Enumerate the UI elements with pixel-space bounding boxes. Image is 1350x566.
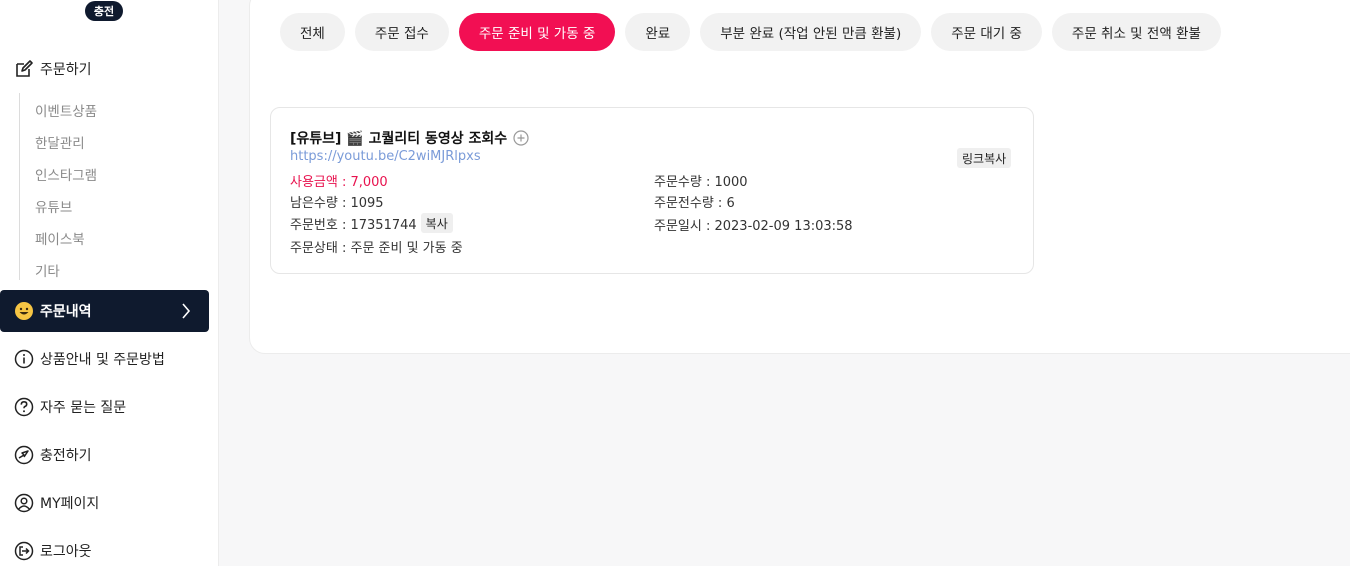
tab-canceled[interactable]: 주문 취소 및 전액 환불	[1051, 13, 1221, 51]
sidebar-subitem-facebook[interactable]: 페이스북	[35, 228, 85, 248]
before-qty-text: 주문전수량 : 6	[654, 196, 735, 211]
logout-icon	[14, 541, 34, 561]
amount-text: 사용금액 : 7,000	[290, 175, 388, 190]
sidebar-item-label: 주문하기	[40, 62, 92, 78]
smiley-icon	[14, 301, 34, 321]
tab-all[interactable]: 전체	[280, 13, 345, 51]
sidebar-item-faq[interactable]: 자주 묻는 질문	[0, 386, 209, 428]
sidebar-subitem-monthly[interactable]: 한달관리	[35, 132, 85, 152]
copy-order-number-button[interactable]: 복사	[420, 213, 453, 233]
sidebar-subitem-etc[interactable]: 기타	[35, 260, 60, 280]
order-number-row: 주문번호 : 17351744 복사	[290, 213, 453, 233]
sidebar-item-guide[interactable]: 상품안내 및 주문방법	[0, 338, 209, 380]
tab-in-progress[interactable]: 주문 준비 및 가동 중	[458, 13, 616, 51]
order-card: [유튜브] 🎬 고퀄리티 동영상 조회수 https://youtu.be/C2…	[270, 107, 1034, 274]
sidebar-item-label: 충전하기	[40, 448, 92, 464]
info-icon	[14, 349, 34, 369]
tab-received[interactable]: 주문 접수	[354, 13, 449, 51]
sidebar-item-label: 상품안내 및 주문방법	[40, 352, 165, 368]
sidebar-item-label: 자주 묻는 질문	[40, 400, 127, 416]
sidebar-subitem-instagram[interactable]: 인스타그램	[35, 164, 97, 184]
charge-badge[interactable]: 충전	[85, 1, 123, 21]
sidebar-item-order[interactable]: 주문하기	[0, 48, 209, 90]
order-number-text: 주문번호 : 17351744	[290, 217, 417, 233]
order-link[interactable]: https://youtu.be/C2wiMJRlpxs	[290, 149, 481, 164]
sidebar-item-label: 주문내역	[40, 304, 92, 320]
order-title-text: [유튜브] 🎬 고퀄리티 동영상 조회수	[290, 131, 508, 147]
charge-icon	[14, 445, 34, 465]
sidebar-item-label: MY페이지	[40, 496, 100, 512]
copy-link-button[interactable]: 링크복사	[957, 148, 1012, 168]
tab-completed[interactable]: 완료	[625, 13, 691, 51]
sidebar-item-history[interactable]: 주문내역	[0, 290, 209, 332]
order-title: [유튜브] 🎬 고퀄리티 동영상 조회수	[290, 128, 529, 148]
question-icon	[14, 397, 34, 417]
order-status-text: 주문상태 : 주문 준비 및 가동 중	[290, 241, 463, 256]
tab-partial[interactable]: 부분 완료 (작업 안된 만큼 환불)	[700, 13, 922, 51]
quantity-text: 주문수량 : 1000	[654, 175, 748, 190]
sidebar-subitem-youtube[interactable]: 유튜브	[35, 196, 72, 216]
edit-icon	[14, 59, 34, 79]
sidebar: 충전 주문하기 이벤트상품 한달관리 인스타그램 유튜브 페이스북 기타 주문내…	[0, 0, 219, 566]
remaining-text: 남은수량 : 1095	[290, 196, 384, 211]
sidebar-item-label: 로그아웃	[40, 544, 92, 560]
order-submenu: 이벤트상품 한달관리 인스타그램 유튜브 페이스북 기타	[19, 93, 209, 280]
sidebar-item-mypage[interactable]: MY페이지	[0, 482, 209, 524]
sidebar-item-charge[interactable]: 충전하기	[0, 434, 209, 476]
sidebar-item-logout[interactable]: 로그아웃	[0, 530, 209, 566]
status-tabs: 전체 주문 접수 주문 준비 및 가동 중 완료 부분 완료 (작업 안된 만큼…	[280, 13, 1221, 51]
user-icon	[14, 493, 34, 513]
chevron-right-icon	[181, 302, 191, 324]
sidebar-subitem-event[interactable]: 이벤트상품	[35, 100, 97, 120]
plus-circle-icon[interactable]	[513, 130, 529, 146]
order-date-text: 주문일시 : 2023-02-09 13:03:58	[654, 219, 853, 234]
tab-pending[interactable]: 주문 대기 중	[931, 13, 1042, 51]
